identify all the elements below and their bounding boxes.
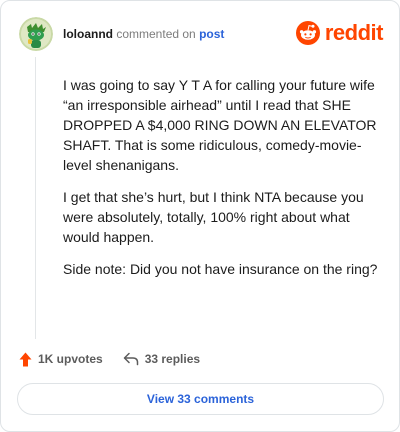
username-link[interactable]: loloannd [63,27,113,41]
upvote-arrow-icon [19,352,32,366]
reddit-logo-icon [295,21,320,45]
upvotes-count: 1K upvotes [38,352,103,366]
upvote-button[interactable]: 1K upvotes [19,352,103,367]
thread-line [35,57,36,339]
comment-paragraph: I was going to say Y T A for calling you… [63,77,377,173]
action-text: commented on [116,27,196,41]
snoo-avatar-icon[interactable] [19,17,53,51]
comment-card: loloannd commented on post reddit I was … [0,0,400,432]
post-link[interactable]: post [199,27,224,41]
replies-count: 33 replies [144,352,201,366]
comment-actions: 1K upvotes 33 replies [19,349,200,369]
comment-paragraph: I get that she’s hurt, but I think NTA b… [63,189,364,245]
replies-button[interactable]: 33 replies [123,352,200,366]
comment-body: I was going to say Y T A for calling you… [63,75,381,291]
comment-paragraph: Side note: Did you not have insurance on… [63,261,378,277]
comment-header: loloannd commented on post reddit [19,17,384,51]
comment-meta: loloannd commented on post [63,27,224,41]
reddit-wordmark: reddit [324,20,384,45]
view-comments-button[interactable]: View 33 comments [17,383,384,415]
reddit-brand[interactable]: reddit [295,19,384,47]
reply-arrow-icon [123,352,138,366]
